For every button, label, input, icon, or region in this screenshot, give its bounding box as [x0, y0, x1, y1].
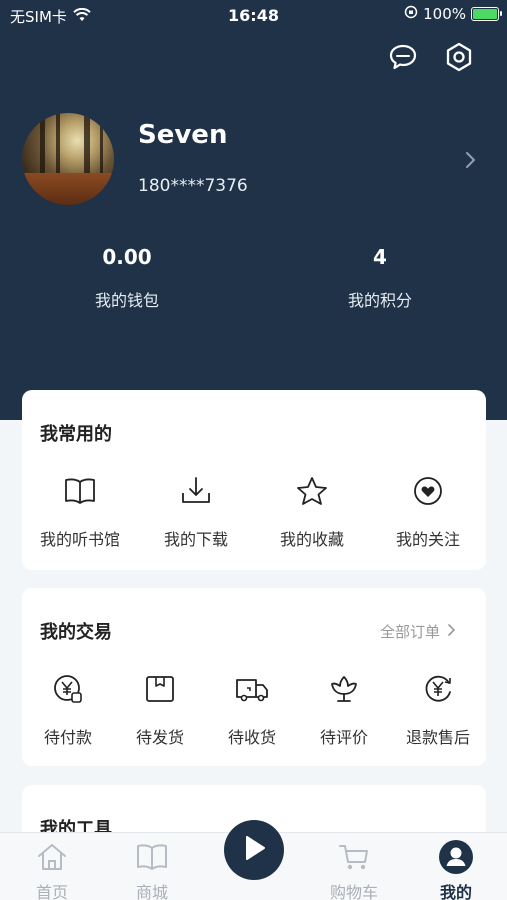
flower-rating-icon	[298, 672, 390, 706]
book-icon	[22, 474, 138, 508]
profile-header	[0, 0, 507, 420]
cart-icon	[314, 839, 394, 875]
points-label: 我的积分	[347, 291, 412, 310]
refund-item[interactable]: 退款售后	[390, 672, 486, 748]
star-icon	[254, 474, 370, 508]
hexagon-settings-icon[interactable]	[442, 40, 476, 74]
user-icon	[416, 839, 496, 875]
avatar[interactable]	[22, 113, 114, 205]
pending-payment-item[interactable]: 待付款	[22, 672, 114, 748]
refund-yen-icon	[390, 672, 486, 706]
username: Seven	[138, 120, 228, 150]
truck-icon	[206, 672, 298, 706]
points-stat[interactable]: 4 我的积分	[295, 245, 465, 311]
orientation-lock-icon	[404, 5, 418, 23]
all-orders-link[interactable]: 全部订单	[380, 621, 456, 642]
download-item[interactable]: 我的下载	[138, 474, 254, 550]
wallet-label: 我的钱包	[94, 291, 159, 310]
battery-icon	[471, 7, 502, 21]
favorites-item[interactable]: 我的收藏	[254, 474, 370, 550]
tab-cart[interactable]: 购物车	[314, 839, 394, 900]
book-icon	[112, 839, 192, 875]
tab-mine[interactable]: 我的	[416, 839, 496, 900]
wallet-value: 0.00	[102, 245, 152, 269]
download-icon	[138, 474, 254, 508]
package-icon	[114, 672, 206, 706]
listening-library-item[interactable]: 我的听书馆	[22, 474, 138, 550]
frequent-title: 我常用的	[40, 424, 112, 445]
pending-shipment-item[interactable]: 待发货	[114, 672, 206, 748]
pending-receipt-item[interactable]: 待收货	[206, 672, 298, 748]
tab-mall[interactable]: 商城	[112, 839, 192, 900]
yen-wallet-icon	[22, 672, 114, 706]
phone-number: 180****7376	[138, 176, 248, 196]
play-icon	[241, 834, 267, 866]
battery-percent: 100%	[423, 5, 466, 23]
tab-home[interactable]: 首页	[12, 839, 92, 900]
chevron-right-icon[interactable]	[460, 148, 480, 172]
chat-bubble-icon[interactable]	[386, 40, 420, 74]
pending-review-item[interactable]: 待评价	[298, 672, 390, 748]
wallet-stat[interactable]: 0.00 我的钱包	[42, 245, 212, 311]
following-item[interactable]: 我的关注	[370, 474, 486, 550]
trade-title: 我的交易	[40, 622, 112, 643]
status-bar: 无SIM卡 16:48 100%	[0, 0, 507, 30]
frequent-card: 我常用的 我的听书馆 我的下载 我的收藏 我的关注	[22, 390, 486, 570]
heart-icon	[370, 474, 486, 508]
chevron-right-icon	[446, 623, 456, 641]
trade-card: 我的交易 全部订单 待付款 待发货 待收货 待评价 退款售后	[22, 588, 486, 766]
home-icon	[12, 839, 92, 875]
play-button[interactable]	[224, 820, 284, 880]
points-value: 4	[373, 245, 387, 269]
